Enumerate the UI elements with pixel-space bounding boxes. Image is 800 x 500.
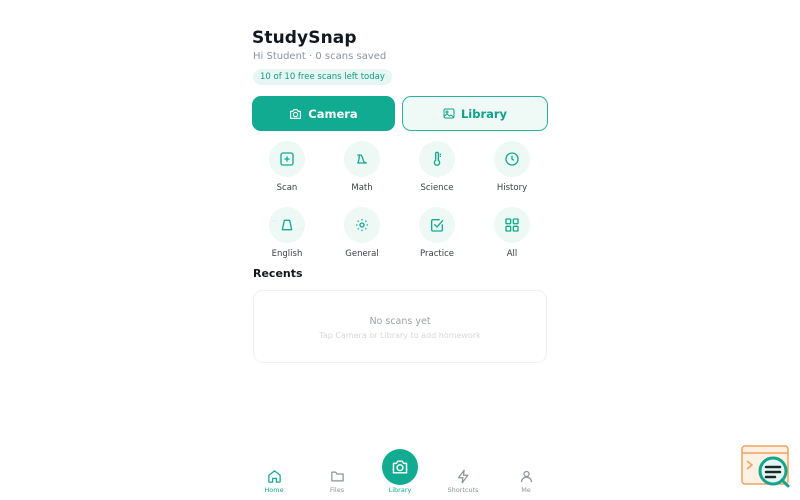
category-icon-circle xyxy=(494,207,530,243)
bell-shape-icon xyxy=(281,219,293,231)
nav-label: Home xyxy=(264,486,284,494)
plus-square-icon xyxy=(280,152,294,166)
camera-icon xyxy=(290,108,302,119)
library-button[interactable]: Library xyxy=(402,96,548,131)
home-icon xyxy=(267,470,281,483)
grid-icon xyxy=(505,218,519,232)
app-title: StudySnap xyxy=(252,28,357,48)
category-history[interactable]: History xyxy=(480,141,544,193)
category-label: Scan xyxy=(276,183,298,193)
image-icon xyxy=(443,108,455,119)
math-symbol-icon xyxy=(357,154,367,164)
recents-empty-card: No scans yet Tap Camera or Library to ad… xyxy=(253,290,547,363)
thermometer-icon xyxy=(433,151,441,166)
nav-library-camera-button[interactable] xyxy=(382,449,418,485)
category-label: General xyxy=(345,249,379,259)
scan-quota-badge: 10 of 10 free scans left today xyxy=(253,69,392,85)
nav-label: Me xyxy=(521,486,531,494)
greeting-subtitle: Hi Student · 0 scans saved xyxy=(253,51,387,62)
category-general[interactable]: General xyxy=(330,207,394,259)
category-label: Science xyxy=(420,183,454,193)
nav-label: Shortcuts xyxy=(447,486,479,494)
camera-button[interactable]: Camera xyxy=(252,96,395,131)
lightning-icon xyxy=(457,469,468,484)
empty-state-title: No scans yet xyxy=(369,316,431,327)
nav-files[interactable]: Files xyxy=(312,469,362,494)
category-label: English xyxy=(271,249,303,259)
home-screen: StudySnap Hi Student · 0 scans saved 10 … xyxy=(0,0,800,500)
category-practice[interactable]: Practice xyxy=(405,207,469,259)
clock-icon xyxy=(505,152,519,166)
folder-icon xyxy=(330,471,344,482)
library-button-label: Library xyxy=(460,106,508,121)
category-icon-circle xyxy=(494,141,530,177)
nav-shortcuts[interactable]: Shortcuts xyxy=(438,469,488,494)
category-english[interactable]: English xyxy=(255,207,319,259)
category-icon-circle xyxy=(419,207,455,243)
camera-icon xyxy=(392,460,408,474)
category-label: All xyxy=(506,249,518,259)
assistant-chat-icon xyxy=(741,445,790,488)
category-label: Math xyxy=(351,183,373,193)
nav-home[interactable]: Home xyxy=(249,469,299,494)
nav-me[interactable]: Me xyxy=(501,469,551,494)
category-icon-circle xyxy=(269,207,305,243)
empty-state-hint: Tap Camera or Library to add homework xyxy=(319,331,481,340)
category-icon-circle xyxy=(419,141,455,177)
nav-label: Files xyxy=(329,486,345,494)
checkbox-icon xyxy=(431,219,444,232)
sun-icon xyxy=(356,219,368,231)
assistant-widget[interactable] xyxy=(741,445,791,489)
category-scan[interactable]: Scan xyxy=(255,141,319,193)
category-icon-circle xyxy=(269,141,305,177)
camera-button-label: Camera xyxy=(308,106,358,121)
category-all[interactable]: All xyxy=(480,207,544,259)
recents-heading: Recents xyxy=(253,267,303,280)
category-label: History xyxy=(496,183,528,193)
category-math[interactable]: Math xyxy=(330,141,394,193)
user-icon xyxy=(520,470,532,483)
nav-label: Library xyxy=(388,486,412,494)
category-icon-circle xyxy=(344,141,380,177)
category-label: Practice xyxy=(420,249,454,259)
category-icon-circle xyxy=(344,207,380,243)
category-science[interactable]: Science xyxy=(405,141,469,193)
